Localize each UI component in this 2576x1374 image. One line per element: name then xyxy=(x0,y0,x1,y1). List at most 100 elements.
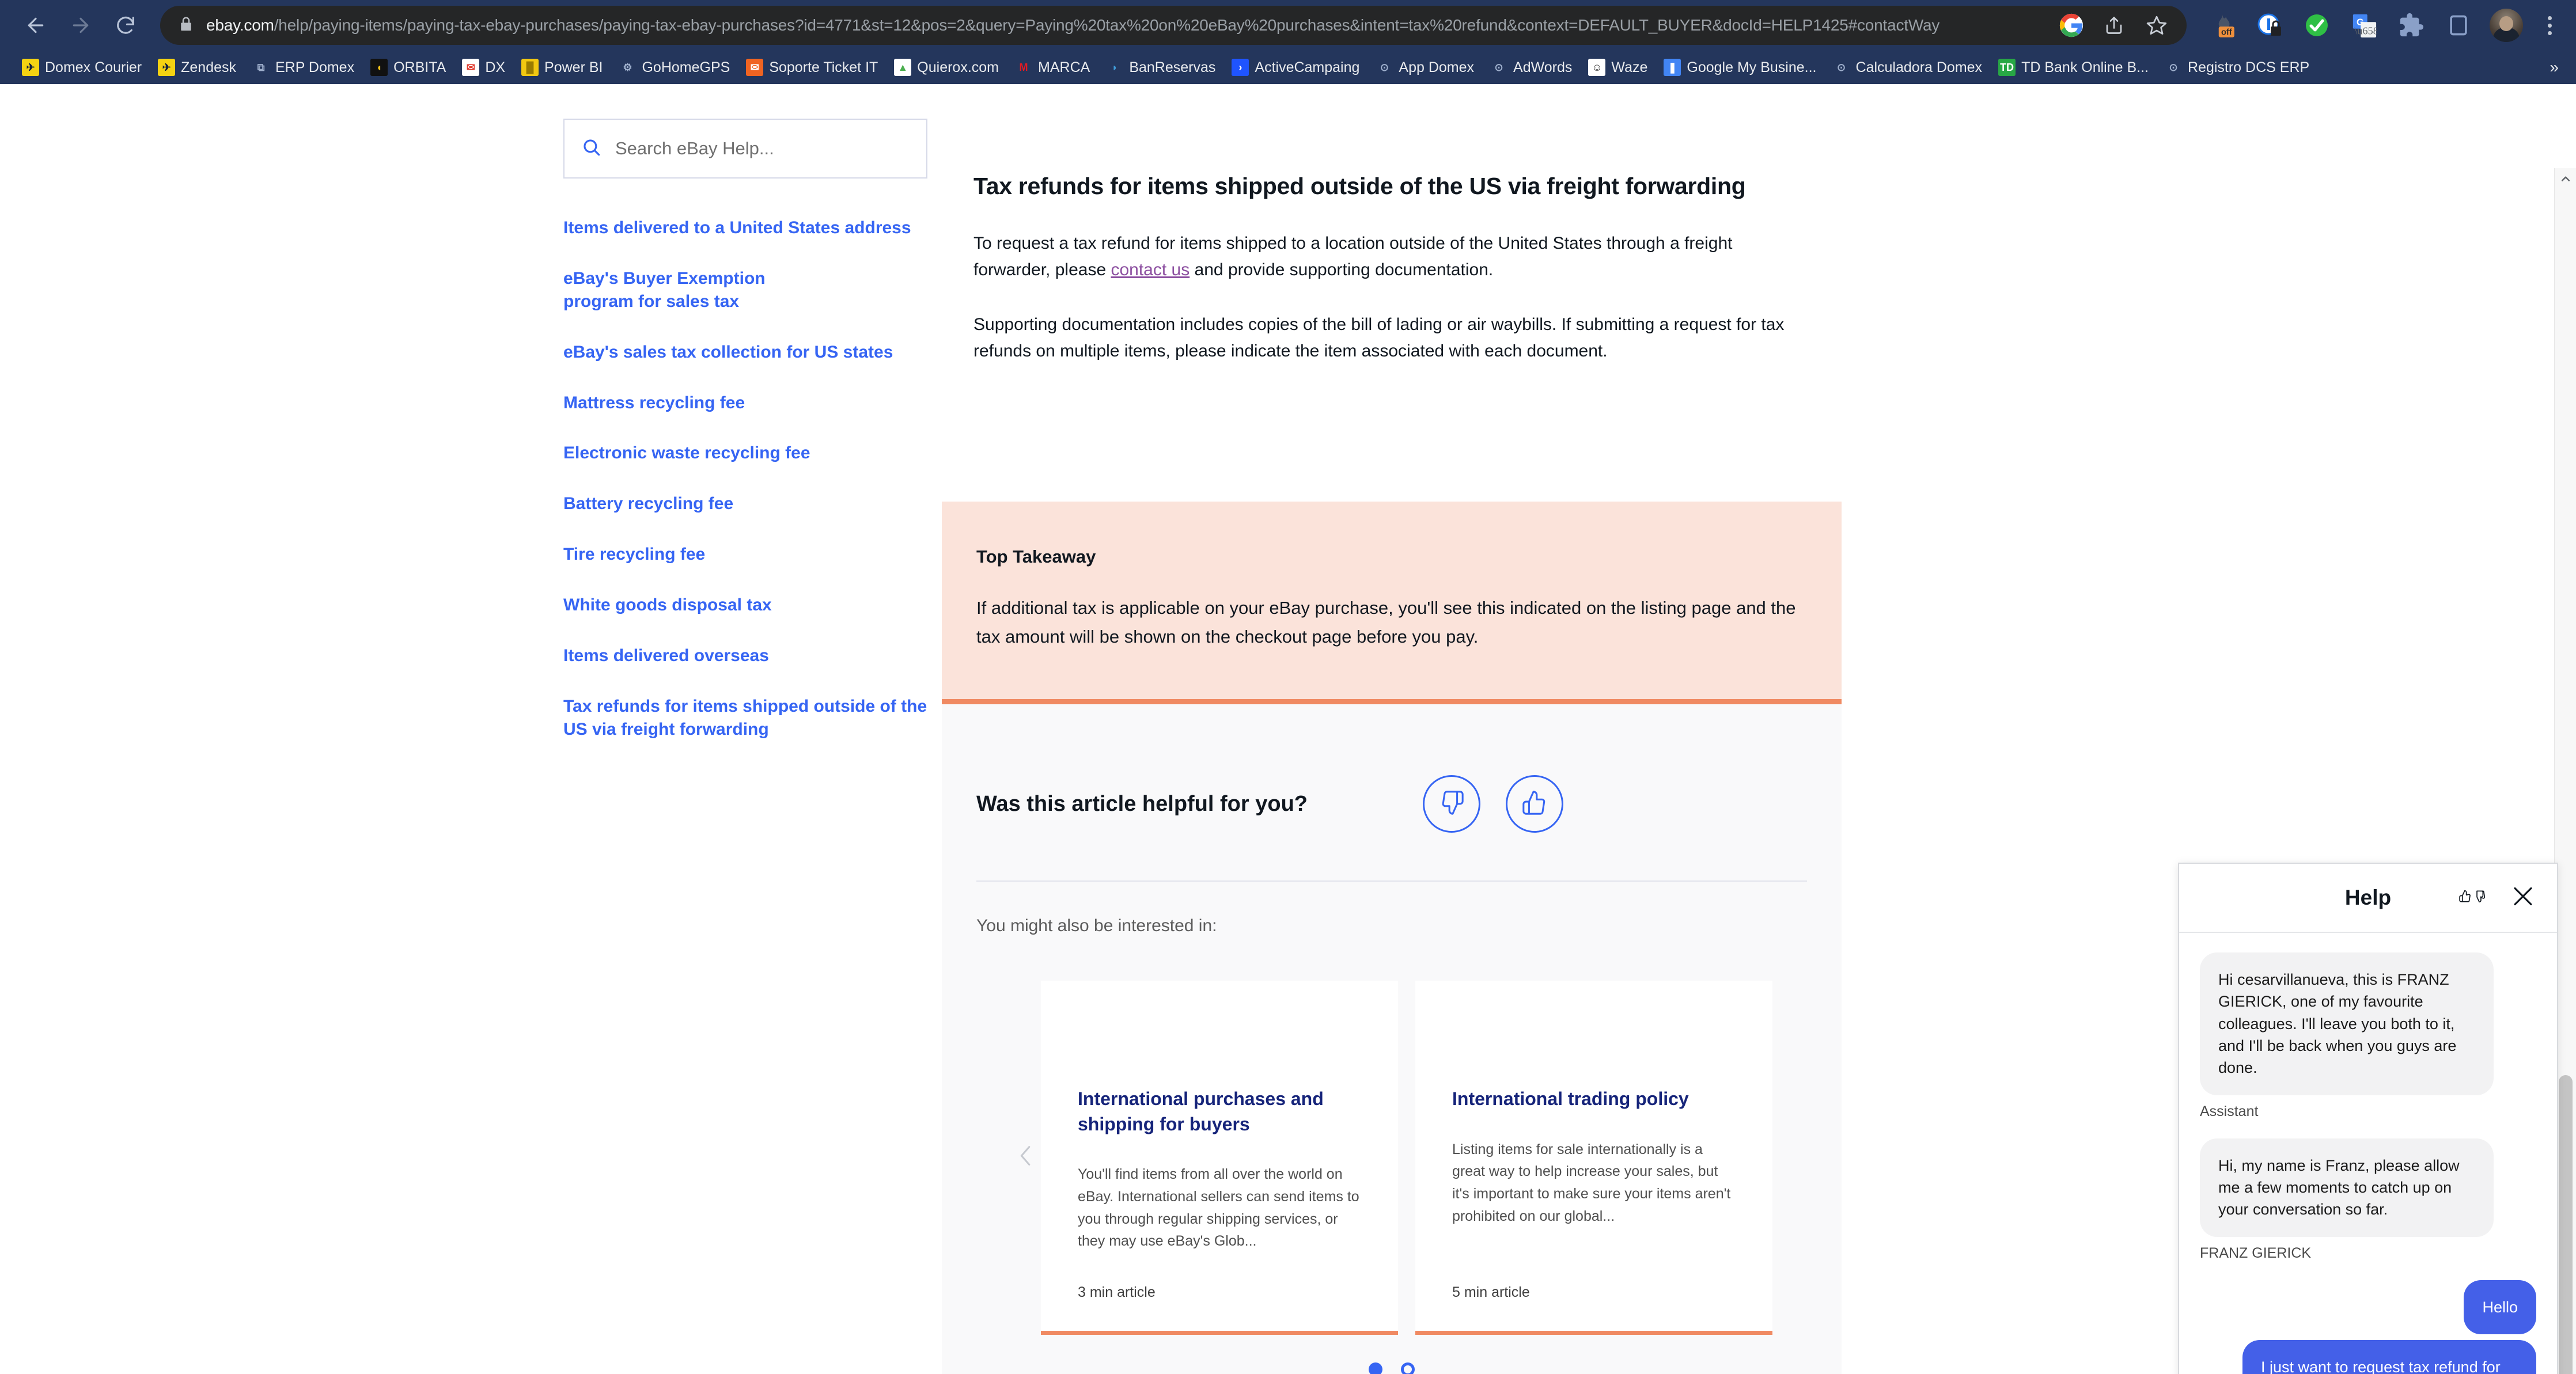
article-paragraph-1: To request a tax refund for items shippe… xyxy=(973,230,1797,283)
bookmark-item[interactable]: ⊙AdWords xyxy=(1482,55,1580,79)
bookmark-item[interactable]: █Power BI xyxy=(513,55,611,79)
bookmarks-overflow-button[interactable]: » xyxy=(2544,58,2564,77)
bookmark-item[interactable]: ✈Zendesk xyxy=(150,55,244,79)
google-translate-icon[interactable]: G\u6587 xyxy=(2348,9,2380,41)
bookmark-favicon: ⊙ xyxy=(2165,59,2182,76)
bookmark-item[interactable]: ◖ORBITA xyxy=(362,55,454,79)
browser-chrome: ebay.com/help/paying-items/paying-tax-eb… xyxy=(0,0,2576,84)
thumbs-up-button[interactable] xyxy=(1506,775,1563,833)
contact-us-link[interactable]: contact us xyxy=(1111,260,1189,279)
bookmark-item[interactable]: TDTD Bank Online B... xyxy=(1990,55,2157,79)
bookmark-item[interactable]: ✈ Domex Courier xyxy=(14,55,150,79)
chat-header: Help xyxy=(2179,864,2557,933)
bookmark-item[interactable]: ◗ BanReservas xyxy=(1098,55,1223,79)
related-cards: International purchases and shipping for… xyxy=(1041,981,1772,1335)
url-path: /help/paying-items/paying-tax-ebay-purch… xyxy=(274,16,1939,34)
article-body: Tax refunds for items shipped outside of… xyxy=(973,170,1797,364)
back-arrow-icon[interactable] xyxy=(15,5,56,46)
url-text: ebay.com/help/paying-items/paying-tax-eb… xyxy=(206,16,1939,35)
chat-sender: Assistant xyxy=(2200,1103,2258,1120)
browser-toolbar: ebay.com/help/paying-items/paying-tax-eb… xyxy=(0,0,2576,51)
bookmark-item[interactable]: ☺Waze xyxy=(1580,55,1656,79)
bookmark-favicon: M xyxy=(1015,59,1032,76)
thumbs-down-button[interactable] xyxy=(1423,775,1480,833)
search-icon xyxy=(582,138,601,160)
bookmark-item[interactable]: ✉DX xyxy=(454,55,513,79)
scroll-up-icon[interactable] xyxy=(2555,168,2576,190)
related-card[interactable]: International trading policy Listing ite… xyxy=(1415,981,1772,1335)
toc-link[interactable]: Items delivered to a United States addre… xyxy=(563,217,932,240)
toc-link-active[interactable]: Tax refunds for items shipped outside of… xyxy=(563,695,932,741)
thumbs-up-icon xyxy=(1521,790,1548,819)
page-content: Search eBay Help... Items delivered to a… xyxy=(0,84,2576,1374)
bookmark-label: Google My Busine... xyxy=(1687,59,1816,76)
svg-text:\u6587: \u6587 xyxy=(2354,25,2377,36)
related-card-meta: 5 min article xyxy=(1452,1284,1530,1301)
bookmark-item[interactable]: ⊙App Domex xyxy=(1367,55,1482,79)
carousel-dot-active[interactable] xyxy=(1369,1362,1382,1374)
bookmark-label: Soporte Ticket IT xyxy=(769,59,878,76)
bookmark-favicon: ✈ xyxy=(22,59,39,76)
bookmark-item[interactable]: ⧉ERP Domex xyxy=(244,55,362,79)
toc-link[interactable]: Mattress recycling fee xyxy=(563,392,932,415)
bookmark-label: Quierox.com xyxy=(917,59,999,76)
bookmark-item[interactable]: M MARCA xyxy=(1007,55,1098,79)
close-icon[interactable] xyxy=(2511,885,2535,912)
bookmark-label: Domex Courier xyxy=(45,59,142,76)
related-card-title[interactable]: International purchases and shipping for… xyxy=(1078,1087,1361,1137)
extensions-puzzle-icon[interactable] xyxy=(2395,9,2427,41)
bookmark-item[interactable]: ›ActiveCampaing xyxy=(1223,55,1367,79)
bookmark-label: MARCA xyxy=(1038,59,1090,76)
chat-header-actions xyxy=(2459,885,2535,912)
reload-icon[interactable] xyxy=(105,5,146,46)
toc-link[interactable]: Items delivered overseas xyxy=(563,644,932,667)
chat-message-list[interactable]: Hi cesarvillanueva, this is FRANZ GIERIC… xyxy=(2179,933,2557,1374)
thumbs-down-icon xyxy=(1438,790,1465,819)
bookmarks-bar: ✈ Domex Courier ✈Zendesk ⧉ERP Domex ◖ORBI… xyxy=(0,51,2576,84)
toc-link[interactable]: eBay's sales tax collection for US state… xyxy=(563,341,932,364)
bookmark-favicon: ✉ xyxy=(462,59,479,76)
carousel-dot[interactable] xyxy=(1401,1362,1415,1374)
bookmark-favicon: ⊙ xyxy=(1376,59,1393,76)
share-icon[interactable] xyxy=(2098,9,2130,41)
bookmark-label: Registro DCS ERP xyxy=(2188,59,2309,76)
article-paragraph-2: Supporting documentation includes copies… xyxy=(973,312,1797,364)
related-card[interactable]: International purchases and shipping for… xyxy=(1041,981,1398,1335)
password-manager-icon[interactable] xyxy=(2253,9,2286,41)
related-carousel: International purchases and shipping for… xyxy=(942,981,1842,1349)
bookmark-item[interactable]: ❚Google My Busine... xyxy=(1656,55,1824,79)
toc-link[interactable]: eBay's Buyer Exemption program for sales… xyxy=(563,267,823,313)
side-panel-icon[interactable] xyxy=(2442,9,2475,41)
table-of-contents: Items delivered to a United States addre… xyxy=(563,217,932,741)
bookmark-label: Waze xyxy=(1611,59,1647,76)
toc-link[interactable]: Electronic waste recycling fee xyxy=(563,442,932,465)
chevron-left-icon[interactable] xyxy=(1010,1140,1042,1172)
thumbs-up-down-icon[interactable] xyxy=(2459,885,2486,911)
bookmark-item[interactable]: ⊙Calculadora Domex xyxy=(1825,55,1991,79)
bookmark-item[interactable]: ⊙ Registro DCS ERP xyxy=(2157,55,2317,79)
bookmark-favicon: ⊙ xyxy=(1490,59,1507,76)
toc-link[interactable]: White goods disposal tax xyxy=(563,594,932,617)
bookmark-favicon: ◗ xyxy=(1106,59,1123,76)
bookmark-label: TD Bank Online B... xyxy=(2021,59,2149,76)
fire-shield-off-icon[interactable]: off xyxy=(2206,9,2238,41)
bookmark-item[interactable]: ✉Soporte Ticket IT xyxy=(738,55,886,79)
bookmark-item[interactable]: ⚙GoHomeGPS xyxy=(611,55,738,79)
search-input[interactable]: Search eBay Help... xyxy=(563,119,927,179)
forward-arrow-icon[interactable] xyxy=(60,5,101,46)
related-card-title[interactable]: International trading policy xyxy=(1452,1087,1736,1112)
carousel-dots xyxy=(942,1362,1842,1374)
feedback-buttons xyxy=(1423,775,1563,833)
address-bar[interactable]: ebay.com/help/paying-items/paying-tax-eb… xyxy=(160,6,2187,45)
scrollbar-thumb[interactable] xyxy=(2559,1075,2573,1374)
green-check-icon[interactable] xyxy=(2301,9,2333,41)
google-icon[interactable] xyxy=(2055,9,2088,41)
profile-avatar[interactable] xyxy=(2490,9,2523,42)
toc-link[interactable]: Tire recycling fee xyxy=(563,543,932,566)
bookmark-star-icon[interactable] xyxy=(2141,9,2173,41)
bookmark-label: BanReservas xyxy=(1129,59,1215,76)
bookmark-item[interactable]: ▲Quierox.com xyxy=(886,55,1007,79)
toc-link[interactable]: Battery recycling fee xyxy=(563,492,932,515)
kebab-menu-icon[interactable] xyxy=(2538,16,2561,35)
bookmark-label: Power BI xyxy=(544,59,603,76)
